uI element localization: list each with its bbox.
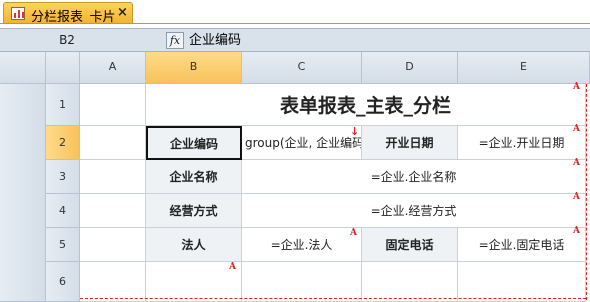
- formula-bar: B2 fx 企业编码: [0, 28, 590, 52]
- column-header-d[interactable]: D: [362, 52, 458, 84]
- cell-a1[interactable]: [80, 84, 146, 126]
- extension-marker-b6: A: [229, 262, 236, 272]
- extension-marker-e4: A: [573, 192, 580, 202]
- column-header-blank[interactable]: [46, 52, 80, 84]
- column-header-e[interactable]: E: [458, 52, 590, 84]
- tab-bar: 分栏报表_卡片 ×: [0, 0, 590, 25]
- cell-e5-phone-formula[interactable]: =企业.固定电话: [458, 228, 586, 262]
- close-icon[interactable]: ×: [117, 5, 128, 20]
- cell-b2-enterprise-code-label[interactable]: 企业编码: [146, 126, 242, 160]
- extension-marker-e1: A: [573, 82, 580, 92]
- row-header-4[interactable]: 4: [46, 194, 80, 228]
- cell-a2[interactable]: [80, 126, 146, 160]
- print-area-right-edge: [586, 84, 587, 300]
- print-area-bottom-edge: [80, 298, 586, 299]
- column-header-b[interactable]: B: [146, 52, 242, 84]
- cell-a4[interactable]: [80, 194, 146, 228]
- column-header-c[interactable]: C: [242, 52, 362, 84]
- cell-e6[interactable]: [458, 262, 586, 302]
- expand-down-arrow-icon: ↓: [350, 125, 360, 138]
- row-header-5[interactable]: 5: [46, 228, 80, 262]
- formula-input[interactable]: 企业编码: [189, 32, 241, 49]
- cell-b4-business-mode-label[interactable]: 经营方式: [146, 194, 242, 228]
- row-header-6[interactable]: 6: [46, 262, 80, 302]
- report-tab[interactable]: 分栏报表_卡片 ×: [3, 2, 133, 25]
- tab-baseline: [0, 23, 590, 24]
- row-gutter: [0, 84, 46, 302]
- cell-e2-open-date-formula[interactable]: =企业.开业日期: [458, 126, 586, 160]
- report-chart-icon: [11, 7, 25, 20]
- cell-b3-enterprise-name-label[interactable]: 企业名称: [146, 160, 242, 194]
- extension-marker-e3: A: [573, 158, 580, 168]
- cell-d5-phone-label[interactable]: 固定电话: [362, 228, 458, 262]
- cell-c4-business-mode-formula[interactable]: =企业.经营方式: [242, 194, 586, 228]
- cell-a3[interactable]: [80, 160, 146, 194]
- extension-marker-e5: A: [573, 226, 580, 236]
- extension-marker-c5: A: [350, 228, 357, 238]
- row-header-1[interactable]: 1: [46, 84, 80, 126]
- column-header-a[interactable]: A: [80, 52, 146, 84]
- function-icon[interactable]: fx: [166, 32, 184, 49]
- cell-d6[interactable]: [362, 262, 458, 302]
- cell-a5[interactable]: [80, 228, 146, 262]
- cell-b5-legal-person-label[interactable]: 法人: [146, 228, 242, 262]
- corner-header[interactable]: [0, 52, 46, 84]
- cell-c5-legal-person-formula[interactable]: =企业.法人: [242, 228, 362, 262]
- cell-c6[interactable]: [242, 262, 362, 302]
- cell-c3-enterprise-name-formula[interactable]: =企业.企业名称: [242, 160, 586, 194]
- cell-reference-box[interactable]: B2: [8, 32, 126, 49]
- row-header-2[interactable]: 2: [46, 126, 80, 160]
- extension-marker-e2: A: [573, 124, 580, 134]
- report-title[interactable]: 表单报表_主表_分栏: [146, 84, 586, 126]
- cell-d2-open-date-label[interactable]: 开业日期: [362, 126, 458, 160]
- spreadsheet-grid: A B C D E 1 2 3 4 5 6 表单报表_主表_分栏 企业编码 gr…: [0, 52, 590, 302]
- cell-c2-group-formula[interactable]: group(企业, 企业编码: [242, 126, 362, 160]
- row-header-3[interactable]: 3: [46, 160, 80, 194]
- cell-a6[interactable]: [80, 262, 146, 302]
- cell-b6[interactable]: [146, 262, 242, 302]
